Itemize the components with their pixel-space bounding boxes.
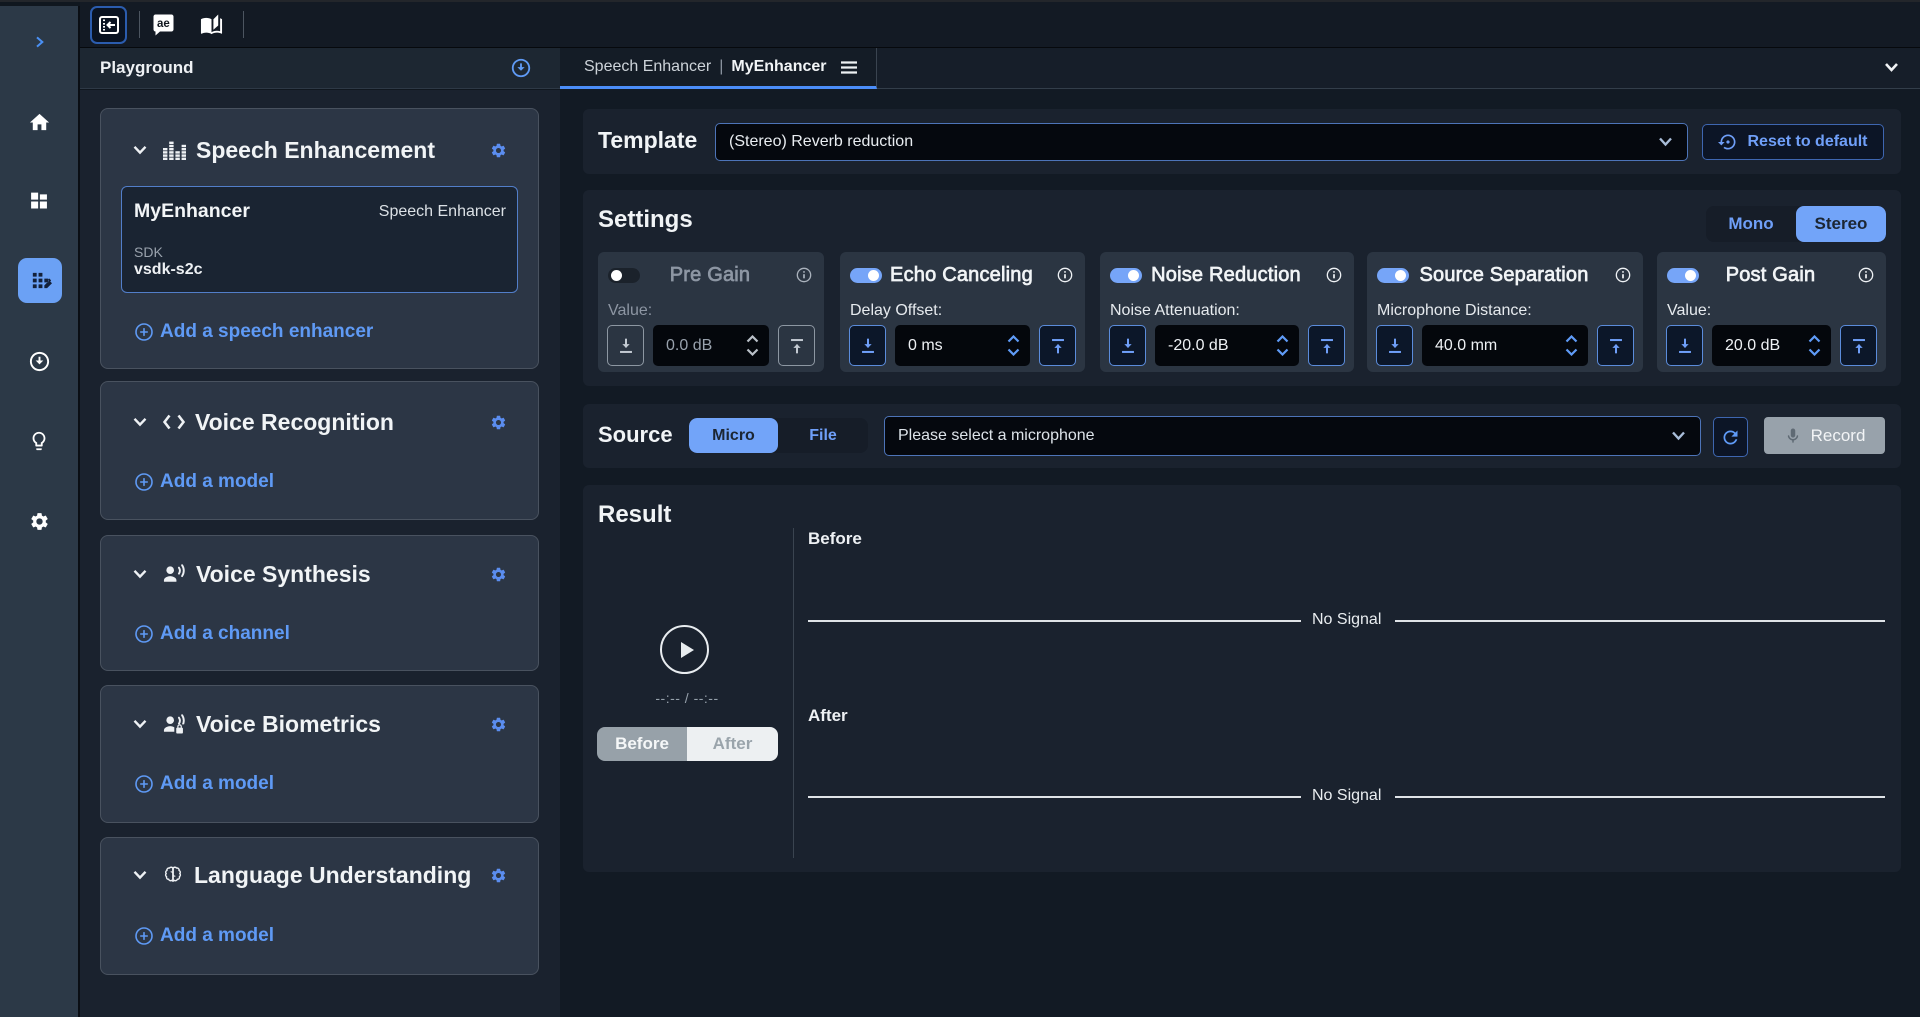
svg-text:ae: ae — [157, 18, 170, 30]
